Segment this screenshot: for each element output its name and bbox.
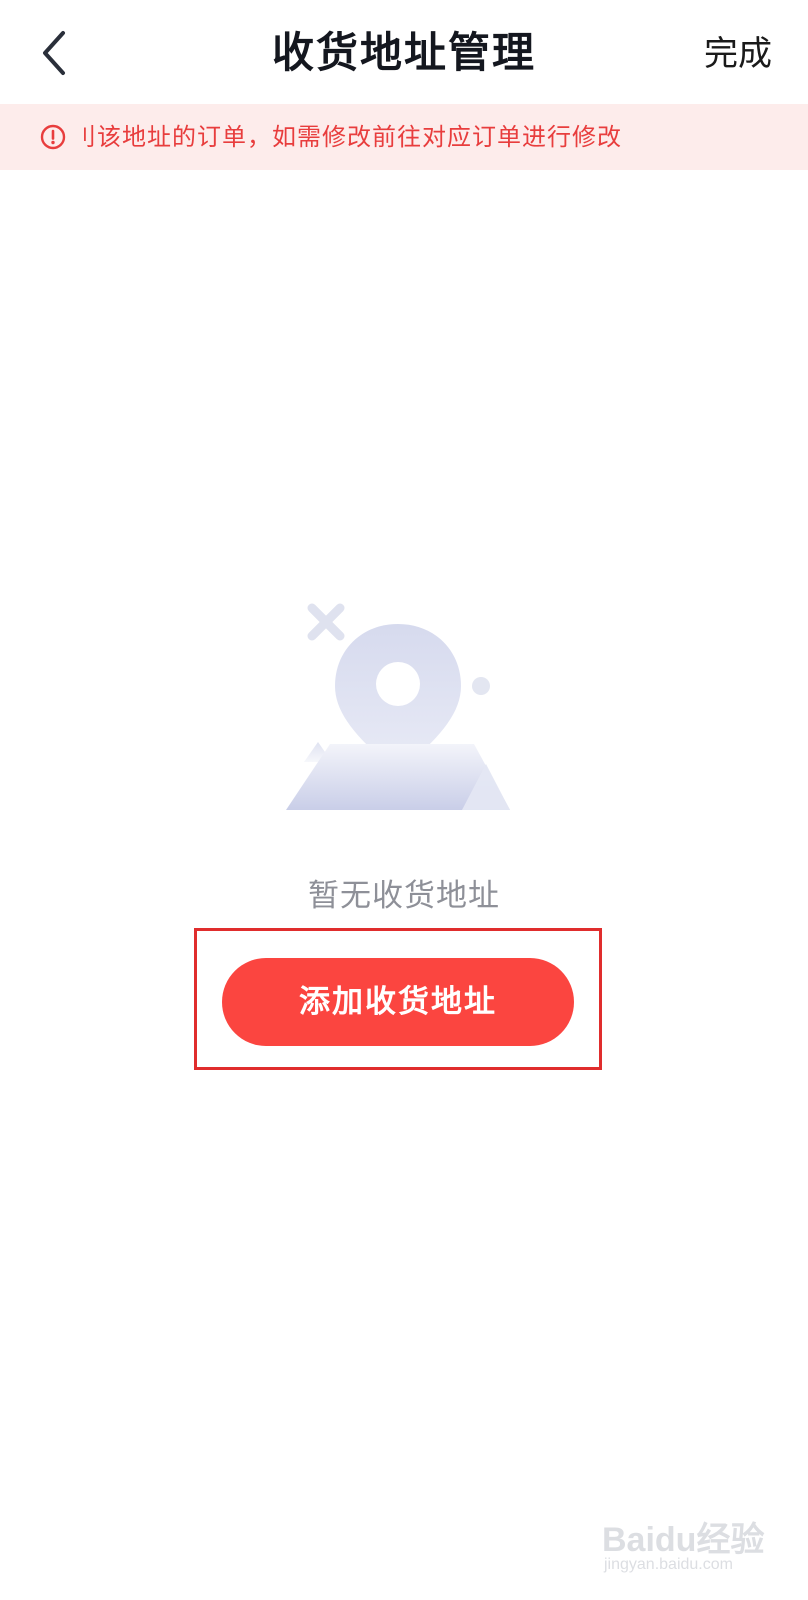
cross-decoration-icon: [307, 603, 345, 641]
dot-decoration-icon: [472, 677, 490, 695]
empty-state-message: 暂无收货地址: [308, 878, 500, 914]
info-circle-icon: [40, 124, 66, 150]
notice-text: 刂该地址的订单，如需修改前往对应订单进行修改: [72, 123, 622, 151]
done-button[interactable]: 完成: [704, 28, 772, 80]
watermark-sub-text: jingyan.baidu.com: [604, 1556, 733, 1573]
page-title: 收货地址管理: [271, 28, 536, 77]
watermark-main-text: Baidu经验: [602, 1521, 765, 1559]
map-pin-empty-illustration: [286, 603, 510, 810]
notice-bar: 刂该地址的订单，如需修改前往对应订单进行修改: [0, 104, 808, 170]
baidu-watermark-logo: Baidu经验 jingyan.baidu.com: [602, 1512, 764, 1586]
nav-bar: 收货地址管理 完成: [0, 0, 808, 104]
add-address-button[interactable]: 添加收货地址: [222, 958, 574, 1046]
